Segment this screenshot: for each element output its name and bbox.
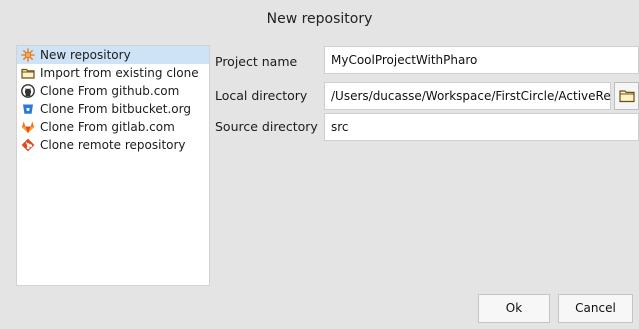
sidebar-item-clone-remote[interactable]: Clone remote repository: [17, 136, 209, 154]
browse-directory-button[interactable]: [614, 82, 639, 110]
project-name-label: Project name: [215, 54, 298, 69]
local-directory-label: Local directory: [215, 88, 308, 103]
gitlab-icon: [21, 120, 35, 134]
sidebar-item-label: Import from existing clone: [40, 66, 199, 80]
sidebar-item-label: Clone remote repository: [40, 138, 186, 152]
source-directory-label: Source directory: [215, 119, 318, 134]
local-directory-field[interactable]: /Users/ducasse/Workspace/FirstCircle/Act…: [324, 82, 611, 110]
sidebar-item-clone-github[interactable]: Clone From github.com: [17, 82, 209, 100]
sidebar-item-clone-bitbucket[interactable]: Clone From bitbucket.org: [17, 100, 209, 118]
new-repository-dialog: New repository New repository Import fro…: [0, 0, 639, 329]
bitbucket-icon: [21, 102, 35, 116]
github-icon: [21, 84, 35, 98]
folder-icon: [619, 90, 635, 103]
project-name-field[interactable]: MyCoolProjectWithPharo: [324, 46, 639, 74]
sidebar-item-new-repository[interactable]: New repository: [17, 46, 209, 64]
sidebar-item-label: Clone From bitbucket.org: [40, 102, 191, 116]
sidebar-item-label: New repository: [40, 48, 131, 62]
repository-source-list[interactable]: New repository Import from existing clon…: [16, 45, 210, 286]
cancel-button[interactable]: Cancel: [558, 294, 633, 323]
dialog-title: New repository: [266, 11, 373, 27]
sidebar-item-label: Clone From github.com: [40, 84, 180, 98]
new-repository-icon: [21, 48, 35, 62]
folder-icon: [21, 66, 35, 80]
source-directory-field[interactable]: src: [324, 113, 639, 141]
sidebar-item-clone-gitlab[interactable]: Clone From gitlab.com: [17, 118, 209, 136]
sidebar-item-label: Clone From gitlab.com: [40, 120, 175, 134]
ok-button[interactable]: Ok: [478, 294, 550, 323]
sidebar-item-import-existing-clone[interactable]: Import from existing clone: [17, 64, 209, 82]
git-icon: [21, 138, 35, 152]
